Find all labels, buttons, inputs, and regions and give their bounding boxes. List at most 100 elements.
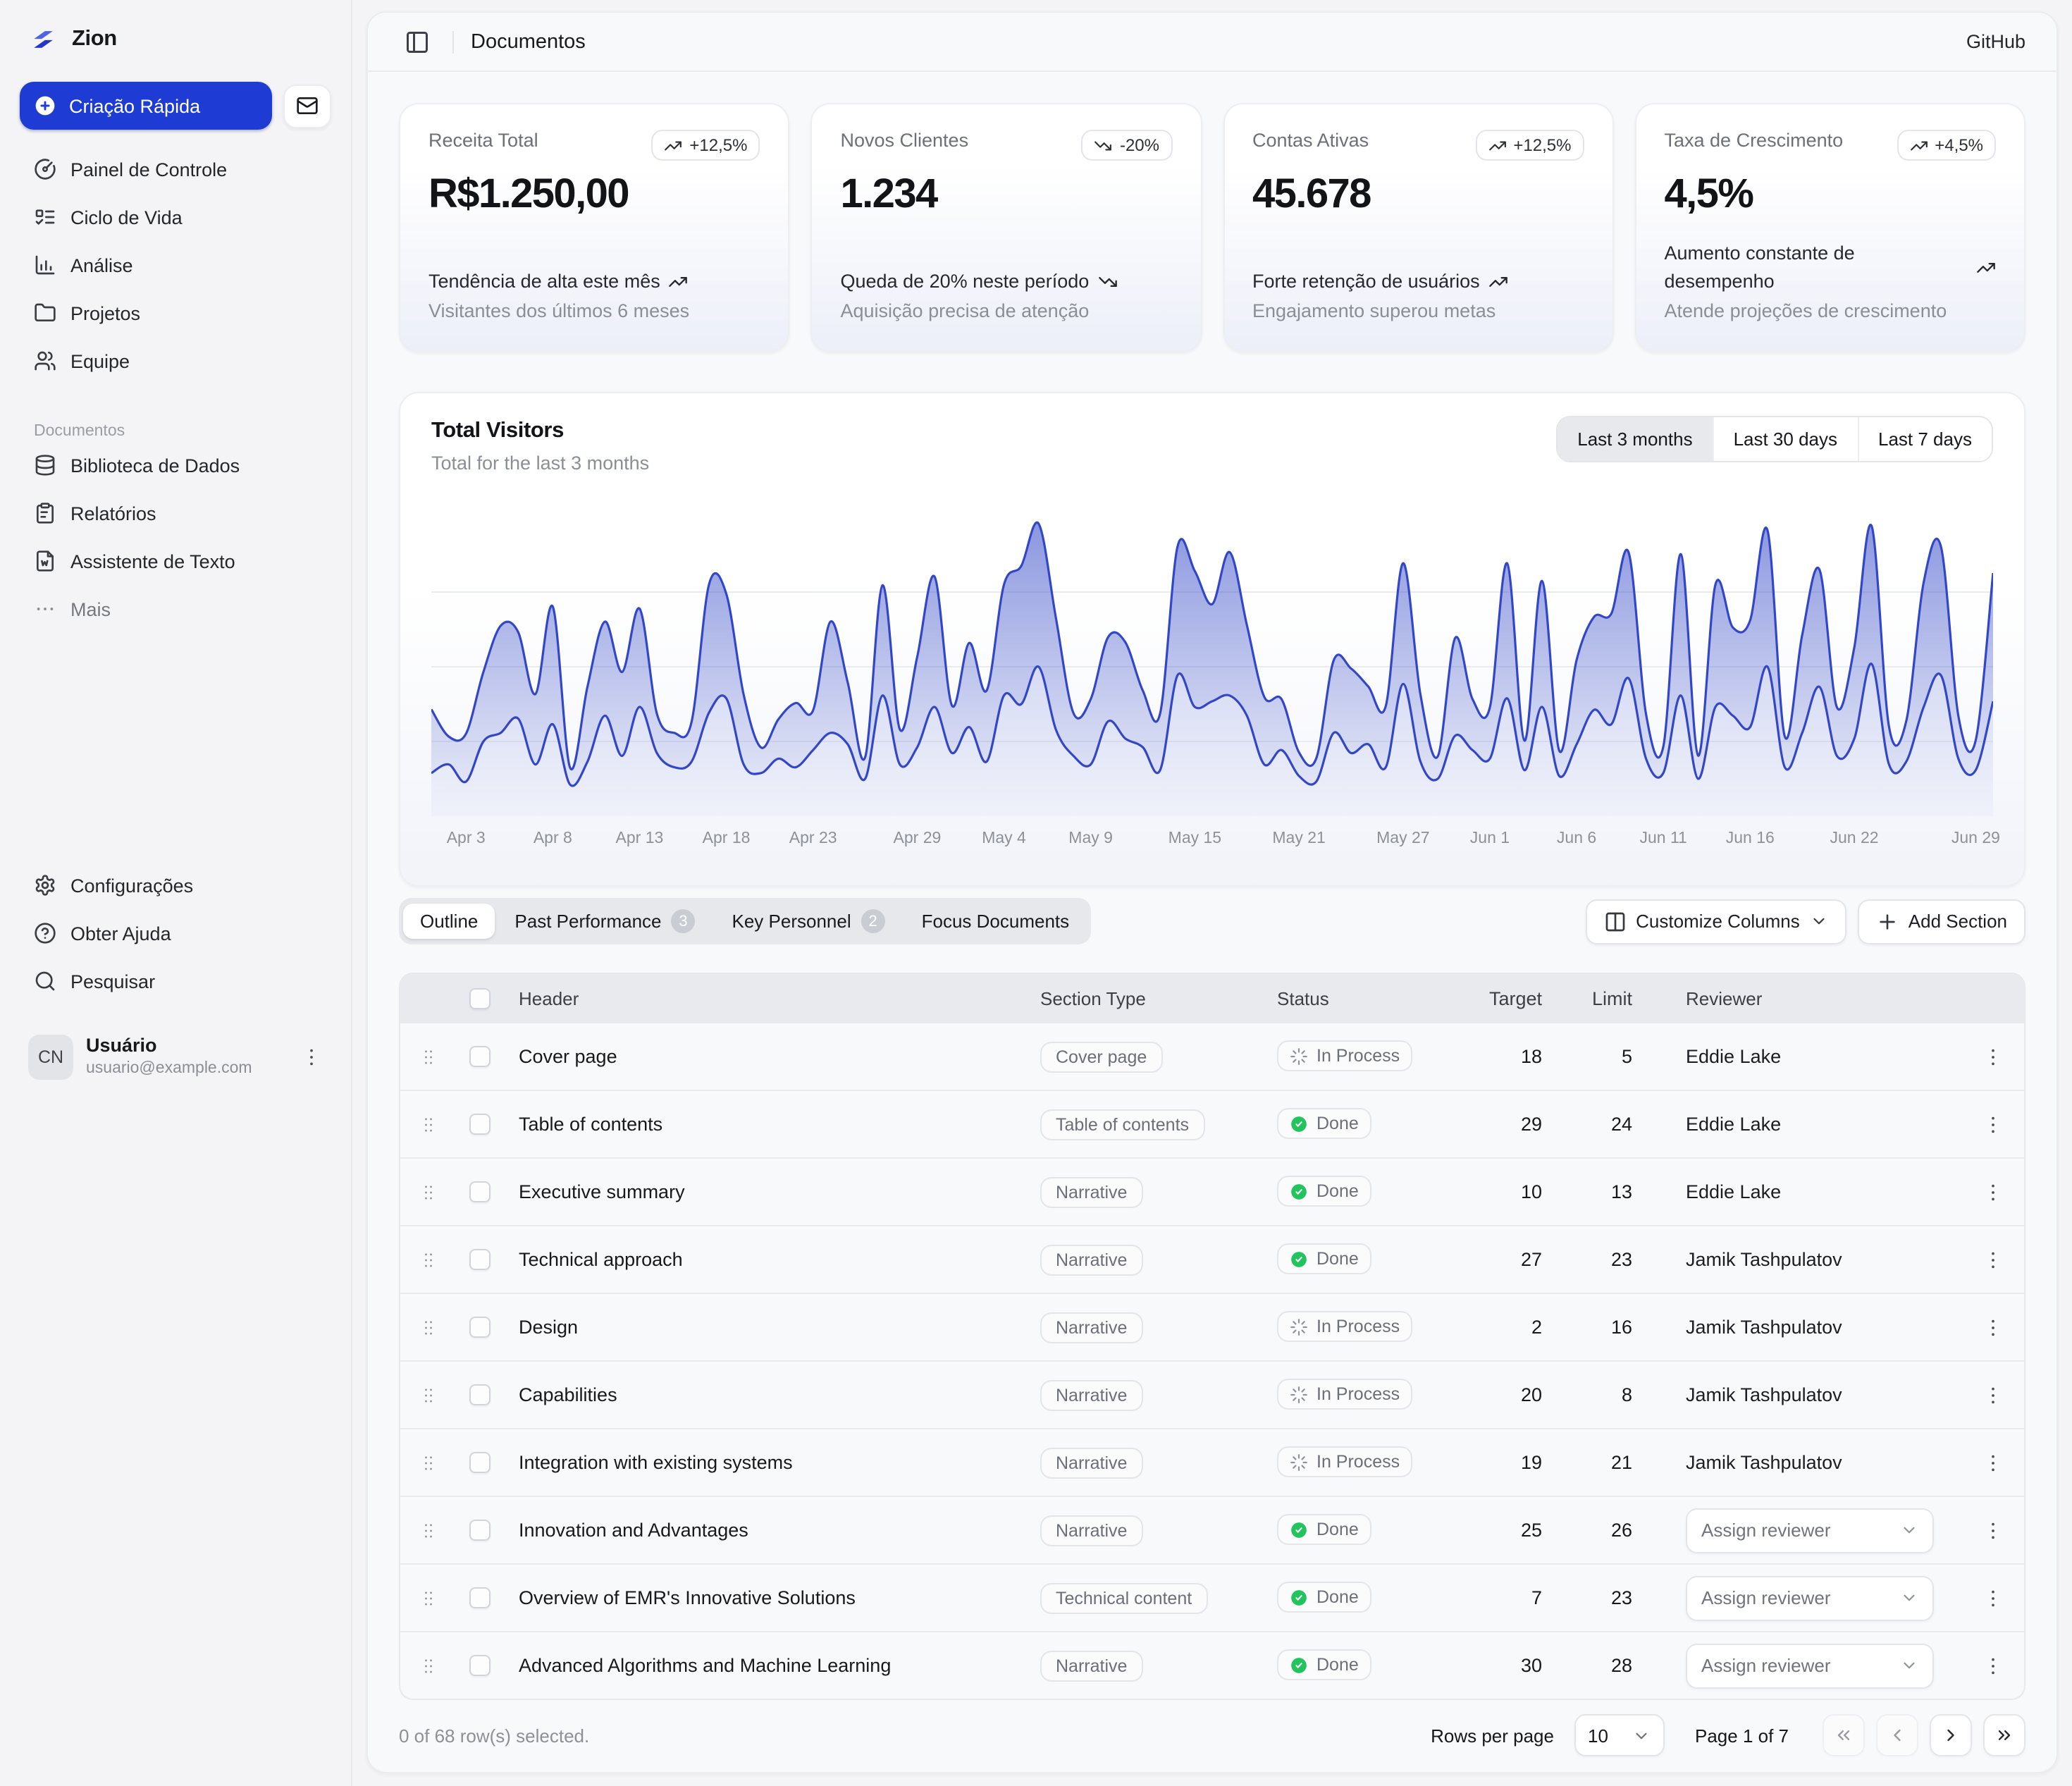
github-link[interactable]: GitHub xyxy=(1966,31,2025,52)
x-tick-label: Jun 6 xyxy=(1557,830,1596,847)
row-title[interactable]: Executive summary xyxy=(502,1181,1040,1202)
drag-handle[interactable] xyxy=(419,1114,438,1134)
drag-handle[interactable] xyxy=(419,1182,438,1202)
drag-handle[interactable] xyxy=(419,1520,438,1540)
row-menu-button[interactable] xyxy=(1973,1172,2013,1212)
brand[interactable]: Zion xyxy=(20,20,331,59)
limit-value[interactable]: 8 xyxy=(1579,1384,1669,1405)
row-checkbox[interactable] xyxy=(469,1317,490,1338)
drag-handle[interactable] xyxy=(419,1453,438,1472)
limit-value[interactable]: 13 xyxy=(1579,1181,1669,1202)
sidebar-item[interactable]: Análise xyxy=(20,242,331,288)
row-title[interactable]: Capabilities xyxy=(502,1384,1040,1405)
customize-columns-button[interactable]: Customize Columns xyxy=(1585,899,1846,944)
view-tab[interactable]: Key Personnel 2 xyxy=(715,902,902,940)
sidebar-toggle-button[interactable] xyxy=(399,23,436,60)
rows-per-page-select[interactable]: 10 xyxy=(1574,1714,1664,1756)
view-tab[interactable]: Focus Documents xyxy=(905,904,1087,939)
row-checkbox[interactable] xyxy=(469,1046,490,1067)
target-value[interactable]: 25 xyxy=(1477,1520,1579,1541)
user-menu-dots-icon[interactable] xyxy=(300,1046,323,1068)
target-value[interactable]: 20 xyxy=(1477,1384,1579,1405)
limit-value[interactable]: 26 xyxy=(1579,1520,1669,1541)
inbox-button[interactable] xyxy=(283,84,331,128)
row-checkbox[interactable] xyxy=(469,1181,490,1202)
sidebar-item[interactable]: Painel de Controle xyxy=(20,147,331,192)
sidebar-item[interactable]: Assistente de Texto xyxy=(20,538,331,584)
sidebar-item[interactable]: Mais xyxy=(20,586,331,632)
drag-handle[interactable] xyxy=(419,1317,438,1337)
chart-column-icon xyxy=(34,254,56,276)
previous-page-button[interactable] xyxy=(1876,1714,1918,1756)
sidebar-item[interactable]: Ciclo de Vida xyxy=(20,195,331,240)
target-value[interactable]: 18 xyxy=(1477,1046,1579,1067)
sidebar-item[interactable]: Equipe xyxy=(20,338,331,383)
row-menu-button[interactable] xyxy=(1973,1240,2013,1279)
select-all-checkbox[interactable] xyxy=(469,987,490,1009)
add-section-button[interactable]: Add Section xyxy=(1858,899,2025,944)
sidebar-item[interactable]: Configurações xyxy=(20,863,331,908)
sidebar-item[interactable]: Biblioteca de Dados xyxy=(20,443,331,488)
area-chart[interactable]: Apr 3Apr 8Apr 13Apr 18Apr 23Apr 29May 4M… xyxy=(431,517,1993,858)
drag-handle[interactable] xyxy=(419,1588,438,1608)
range-toggle-option[interactable]: Last 3 months xyxy=(1558,417,1712,461)
row-menu-button[interactable] xyxy=(1973,1307,2013,1347)
range-toggle-option[interactable]: Last 7 days xyxy=(1857,417,1992,461)
row-title[interactable]: Overview of EMR's Innovative Solutions xyxy=(502,1587,1040,1608)
row-checkbox[interactable] xyxy=(469,1452,490,1473)
sidebar-item[interactable]: Pesquisar xyxy=(20,959,331,1004)
target-value[interactable]: 2 xyxy=(1477,1317,1579,1338)
last-page-button[interactable] xyxy=(1983,1714,2025,1756)
first-page-button[interactable] xyxy=(1823,1714,1865,1756)
row-menu-button[interactable] xyxy=(1973,1578,2013,1618)
range-toggle-option[interactable]: Last 30 days xyxy=(1713,417,1857,461)
limit-value[interactable]: 23 xyxy=(1579,1587,1669,1608)
limit-value[interactable]: 16 xyxy=(1579,1317,1669,1338)
row-title[interactable]: Table of contents xyxy=(502,1114,1040,1135)
row-menu-button[interactable] xyxy=(1973,1646,2013,1685)
target-value[interactable]: 30 xyxy=(1477,1655,1579,1676)
row-title[interactable]: Innovation and Advantages xyxy=(502,1520,1040,1541)
assign-reviewer-select[interactable]: Assign reviewer xyxy=(1686,1508,1934,1553)
row-title[interactable]: Technical approach xyxy=(502,1249,1040,1270)
target-value[interactable]: 29 xyxy=(1477,1114,1579,1135)
row-checkbox[interactable] xyxy=(469,1249,490,1270)
next-page-button[interactable] xyxy=(1930,1714,1972,1756)
assign-reviewer-select[interactable]: Assign reviewer xyxy=(1686,1575,1934,1620)
drag-handle[interactable] xyxy=(419,1385,438,1405)
row-title[interactable]: Cover page xyxy=(502,1046,1040,1067)
sidebar-item[interactable]: Relatórios xyxy=(20,491,331,536)
row-checkbox[interactable] xyxy=(469,1655,490,1676)
limit-value[interactable]: 23 xyxy=(1579,1249,1669,1270)
row-checkbox[interactable] xyxy=(469,1114,490,1135)
quick-create-button[interactable]: Criação Rápida xyxy=(20,82,272,130)
row-title[interactable]: Design xyxy=(502,1317,1040,1338)
row-checkbox[interactable] xyxy=(469,1520,490,1541)
row-title[interactable]: Advanced Algorithms and Machine Learning xyxy=(502,1655,1040,1676)
row-checkbox[interactable] xyxy=(469,1384,490,1405)
limit-value[interactable]: 24 xyxy=(1579,1114,1669,1135)
target-value[interactable]: 10 xyxy=(1477,1181,1579,1202)
drag-handle[interactable] xyxy=(419,1047,438,1066)
row-menu-button[interactable] xyxy=(1973,1104,2013,1144)
row-menu-button[interactable] xyxy=(1973,1375,2013,1415)
target-value[interactable]: 27 xyxy=(1477,1249,1579,1270)
limit-value[interactable]: 5 xyxy=(1579,1046,1669,1067)
row-menu-button[interactable] xyxy=(1973,1037,2013,1076)
assign-reviewer-select[interactable]: Assign reviewer xyxy=(1686,1643,1934,1688)
user-menu[interactable]: CN Usuário usuario@example.com xyxy=(20,1029,331,1085)
drag-handle[interactable] xyxy=(419,1250,438,1269)
target-value[interactable]: 7 xyxy=(1477,1587,1579,1608)
sidebar-item[interactable]: Obter Ajuda xyxy=(20,911,331,956)
row-menu-button[interactable] xyxy=(1973,1510,2013,1550)
target-value[interactable]: 19 xyxy=(1477,1452,1579,1473)
limit-value[interactable]: 28 xyxy=(1579,1655,1669,1676)
view-tab[interactable]: Past Performance 3 xyxy=(498,902,712,940)
drag-handle[interactable] xyxy=(419,1656,438,1675)
sidebar-item[interactable]: Projetos xyxy=(20,290,331,335)
limit-value[interactable]: 21 xyxy=(1579,1452,1669,1473)
row-title[interactable]: Integration with existing systems xyxy=(502,1452,1040,1473)
view-tab[interactable]: Outline xyxy=(403,904,495,939)
row-checkbox[interactable] xyxy=(469,1587,490,1608)
row-menu-button[interactable] xyxy=(1973,1443,2013,1482)
